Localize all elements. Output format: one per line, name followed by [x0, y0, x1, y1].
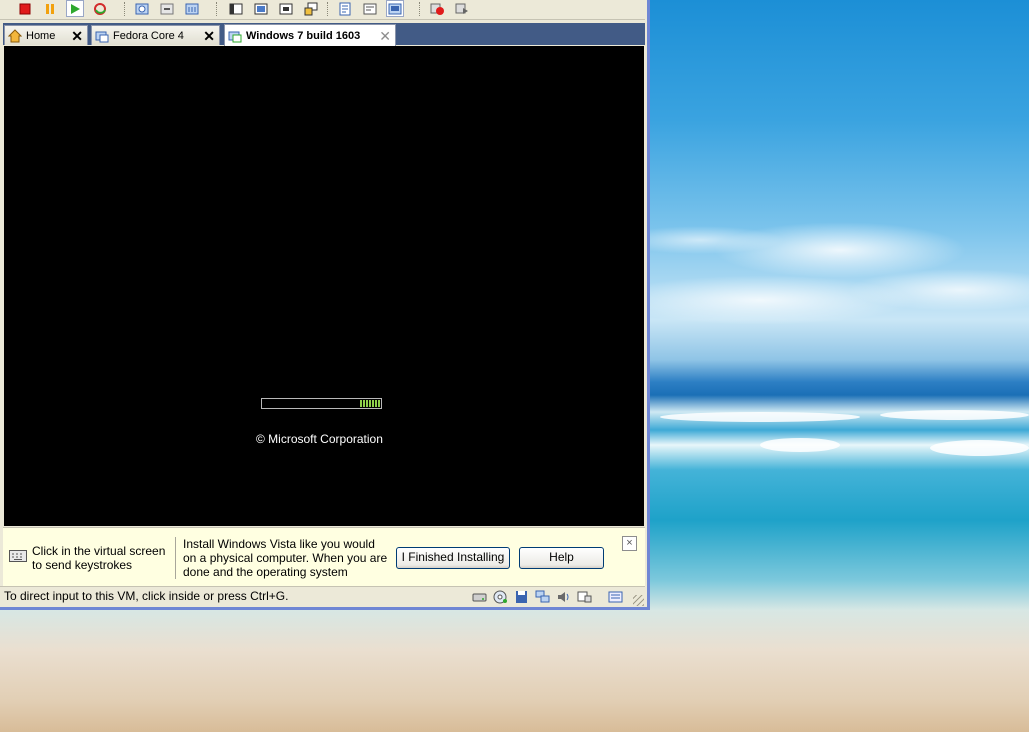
close-icon[interactable]: ✕: [379, 29, 391, 43]
tab-label: Home: [26, 29, 56, 42]
reset-icon[interactable]: [91, 0, 109, 17]
boot-progress-bar: [261, 398, 382, 409]
hint-divider: [175, 537, 176, 579]
toolbar-separator: [124, 2, 126, 16]
progress-segment: [366, 400, 368, 407]
progress-segment: [378, 400, 380, 407]
toolbar-separator: [419, 2, 421, 16]
power-off-icon[interactable]: [16, 0, 34, 17]
wave-crest: [660, 412, 860, 422]
floppy-icon[interactable]: [514, 590, 529, 604]
resize-grip[interactable]: [633, 595, 644, 606]
power-on-icon[interactable]: [66, 0, 84, 17]
tab-fedora-core-4[interactable]: Fedora Core 4 ✕: [91, 25, 220, 45]
sound-icon[interactable]: [556, 590, 571, 604]
toolbar: [0, 0, 645, 20]
keystroke-hint-text: Click in the virtual screen to send keys…: [32, 544, 166, 572]
show-sidebar-icon[interactable]: [227, 0, 245, 17]
message-log-icon[interactable]: [608, 590, 623, 604]
cd-dvd-icon[interactable]: [493, 590, 508, 604]
revert-snapshot-icon[interactable]: [158, 0, 176, 17]
close-hint-icon[interactable]: ×: [622, 536, 637, 551]
progress-segment: [363, 400, 365, 407]
record-icon[interactable]: [428, 0, 446, 17]
console-icon[interactable]: [386, 0, 404, 17]
suspend-icon[interactable]: [41, 0, 59, 17]
tab-home[interactable]: Home ✕: [4, 25, 88, 45]
tab-windows-7-build-1603[interactable]: Windows 7 build 1603 ✕: [224, 24, 396, 46]
progress-segment: [369, 400, 371, 407]
boot-copyright-text: © Microsoft Corporation: [256, 432, 383, 446]
progress-segment: [372, 400, 374, 407]
wave-crest: [880, 410, 1029, 420]
tab-label: Fedora Core 4: [113, 29, 184, 42]
wave-crest: [930, 440, 1029, 456]
keyboard-icon: [9, 550, 27, 562]
network-icon[interactable]: [535, 590, 550, 604]
close-icon[interactable]: ✕: [203, 29, 215, 43]
toolbar-separator: [327, 2, 329, 16]
tab-strip: Home ✕ Fedora Core 4 ✕ Windows 7 build 1…: [3, 23, 645, 46]
hard-disk-icon[interactable]: [472, 590, 487, 604]
progress-segment: [360, 400, 362, 407]
vm-console-screen[interactable]: © Microsoft Corporation: [4, 46, 644, 526]
home-icon: [8, 28, 22, 42]
snapshot-manager-icon[interactable]: [183, 0, 201, 17]
install-instructions-text: Install Windows Vista like you would on …: [183, 537, 388, 579]
snapshot-icon[interactable]: [133, 0, 151, 17]
help-button[interactable]: Help: [519, 547, 604, 569]
virtual-machine-icon: [228, 31, 242, 42]
summary-icon[interactable]: [336, 0, 354, 17]
status-bar: To direct input to this VM, click inside…: [0, 586, 645, 607]
progress-segment: [375, 400, 377, 407]
usb-devices-icon[interactable]: [577, 590, 592, 604]
install-hint-bar: Click in the virtual screen to send keys…: [3, 527, 645, 586]
vm-window: Home ✕ Fedora Core 4 ✕ Windows 7 build 1…: [0, 0, 650, 610]
tab-label: Windows 7 build 1603: [246, 29, 361, 42]
virtual-machine-icon: [95, 31, 109, 42]
full-screen-icon[interactable]: [252, 0, 270, 17]
close-icon[interactable]: ✕: [71, 29, 83, 43]
console-view-icon[interactable]: [302, 0, 320, 17]
wave-crest: [760, 438, 840, 452]
appliance-view-icon[interactable]: [361, 0, 379, 17]
finished-installing-button[interactable]: I Finished Installing: [396, 547, 510, 569]
replay-icon[interactable]: [453, 0, 471, 17]
toolbar-separator: [216, 2, 218, 16]
status-text: To direct input to this VM, click inside…: [4, 589, 289, 603]
quick-switch-icon[interactable]: [277, 0, 295, 17]
